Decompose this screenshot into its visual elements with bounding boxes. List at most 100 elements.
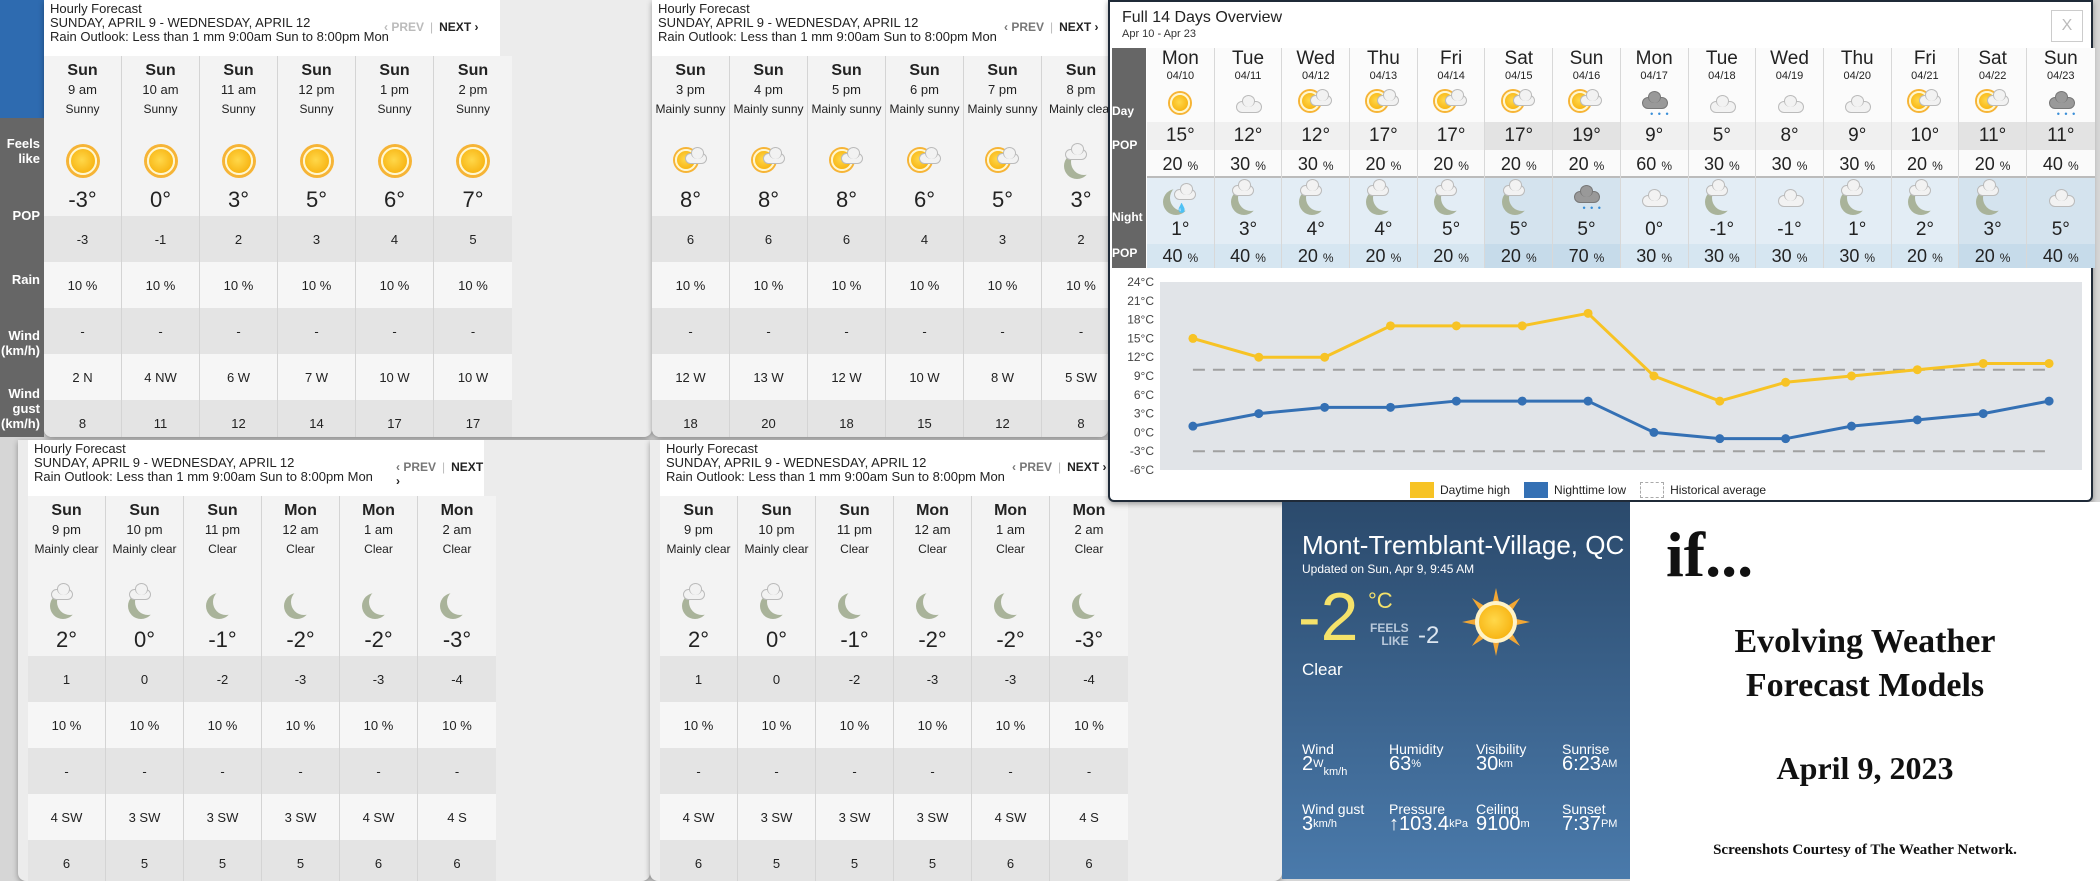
hour-wind-gust: 6 <box>28 840 105 881</box>
prev-link[interactable]: ‹ PREV <box>1004 20 1044 34</box>
close-button[interactable]: X <box>2051 10 2083 42</box>
sunny-icon <box>1462 588 1530 656</box>
daytime-high-point <box>1451 321 1461 331</box>
moon-icon <box>262 578 339 624</box>
hour-rain: - <box>1042 308 1108 354</box>
nighttime-low-point <box>1517 396 1527 406</box>
hour-temperature: 7° <box>462 187 484 212</box>
night-moon-cloud-icon <box>1214 178 1282 216</box>
prev-link[interactable]: ‹ PREV <box>396 460 436 474</box>
daytime-high-point <box>1847 371 1856 381</box>
day-column: Sat 04/15 17° 20 % 5° 20 % <box>1485 48 1554 268</box>
stat-number: 6:23 <box>1562 753 1601 775</box>
hour-condition: Clear <box>918 542 947 556</box>
hour-feels-like: 6 <box>730 216 807 262</box>
hour-temperature: 8° <box>757 187 780 212</box>
pct-unit: % <box>1255 159 1266 173</box>
hour-day: Sun <box>839 502 870 519</box>
hour-temperature: 0° <box>149 187 172 212</box>
day-high: 17° <box>1485 122 1553 150</box>
hour-temperature: 0° <box>133 627 156 652</box>
hour-rain: - <box>356 308 433 354</box>
legend-swatch-daytime-high <box>1410 482 1434 498</box>
hour-rain: - <box>886 308 963 354</box>
stat-unit: PM <box>1600 818 1618 830</box>
hour-pop: 10 % <box>964 262 1041 308</box>
night-low: 0° <box>1620 216 1688 244</box>
overview-title: Full 14 Days Overview <box>1122 9 1283 26</box>
hourly-forecast-panel-1: Hourly Forecast SUNDAY, APRIL 9 - WEDNES… <box>44 0 652 437</box>
night-pop: 30 % <box>1688 244 1756 268</box>
hour-wind: 12 W <box>808 354 885 400</box>
day-high: 12° <box>1282 122 1350 150</box>
hour-wind-gust: 20 <box>730 400 807 437</box>
pct-unit: % <box>1932 251 1943 265</box>
nighttime-low-point <box>1847 421 1856 431</box>
night-cloud-icon <box>2026 178 2095 216</box>
hour-feels-like: 2 <box>200 216 277 262</box>
hour-wind-gust: 18 <box>808 400 885 437</box>
night-moon-cloud-icon <box>1688 178 1756 216</box>
stat-value: 30km <box>1476 754 1526 774</box>
prev-link[interactable]: ‹ PREV <box>384 20 424 34</box>
pct-unit: % <box>1999 251 2011 265</box>
night-low: 5° <box>1553 216 1620 244</box>
night-pop-value: 40 <box>1230 246 1251 266</box>
hour-feels-like: -1 <box>122 216 199 262</box>
day-pop: 20 % <box>1959 150 2026 178</box>
nighttime-low-point <box>1320 402 1330 412</box>
hour-condition: Mainly clear <box>112 542 177 556</box>
day-pop: 20 % <box>1147 150 1214 178</box>
stat-unit: AM <box>1600 758 1618 770</box>
day-of-week: Tue <box>1688 48 1756 70</box>
pct-unit: % <box>1255 251 1266 265</box>
hour-day: Sun <box>987 62 1018 79</box>
card-date: April 9, 2023 <box>1776 750 1954 786</box>
moon-cloud-icon <box>106 578 183 624</box>
day-of-week: Mon <box>1147 48 1214 70</box>
stat-value: 3km/h <box>1302 814 1364 834</box>
hour-feels-like: -3 <box>44 216 121 262</box>
hour-temperature: -1° <box>208 627 237 652</box>
night-pop: 20 % <box>1417 244 1485 268</box>
pct-unit: % <box>1729 251 1740 265</box>
hour-rain: - <box>816 748 893 794</box>
stat-wind: Wind 2Wkm/h <box>1302 742 1347 779</box>
legend-swatch-historical-average <box>1640 482 1665 498</box>
hour-wind: 10 W <box>434 354 512 400</box>
next-link[interactable]: NEXT › <box>1067 460 1106 474</box>
pct-unit: % <box>1525 159 1537 173</box>
hour-time: 1 pm <box>380 82 409 97</box>
hour-day: Mon <box>916 502 949 519</box>
hour-wind-gust: 5 <box>816 840 893 881</box>
hour-temperature: 2° <box>687 627 710 652</box>
night-pop-value: 30 <box>1839 246 1860 266</box>
stat-subunit: km/h <box>1323 766 1348 778</box>
hour-rain: - <box>730 308 807 354</box>
hourly-row-labels: Feels like POP Rain Wind (km/h) Wind gus… <box>0 118 44 437</box>
daytime-high-point <box>1649 371 1659 381</box>
nav-separator: | <box>1050 20 1054 34</box>
hourly-title: Hourly Forecast <box>666 441 758 456</box>
night-low: 1° <box>1823 216 1891 244</box>
next-link[interactable]: NEXT › <box>1059 20 1098 34</box>
overview-row-labels: Day POP Night POP <box>1112 48 1146 268</box>
hourly-grid: Sun 3 pm Mainly sunny 8° 6 10 % - 12 W 1… <box>652 56 1108 437</box>
y-tick-label: -6°C <box>1130 463 1154 475</box>
hour-time: 2 am <box>442 522 472 537</box>
next-link[interactable]: NEXT › <box>439 20 478 34</box>
prev-link[interactable]: ‹ PREV <box>1012 460 1052 474</box>
day-date: 04/11 <box>1214 70 1282 84</box>
hour-wind: 3 SW <box>738 794 815 840</box>
day-high: 15° <box>1147 122 1214 150</box>
hour-feels-like: 6 <box>652 216 729 262</box>
pct-unit: % <box>1729 159 1740 173</box>
sun-icon <box>278 138 355 184</box>
night-pop-value: 40 <box>2042 246 2063 266</box>
hour-rain: - <box>200 308 277 354</box>
hour-condition: Mainly sunny <box>967 102 1038 116</box>
day-of-week: Mon <box>1620 48 1688 70</box>
night-moon-cloud-icon <box>1823 178 1891 216</box>
hour-wind-gust: 6 <box>972 840 1049 881</box>
hour-time: 6 pm <box>910 82 939 97</box>
